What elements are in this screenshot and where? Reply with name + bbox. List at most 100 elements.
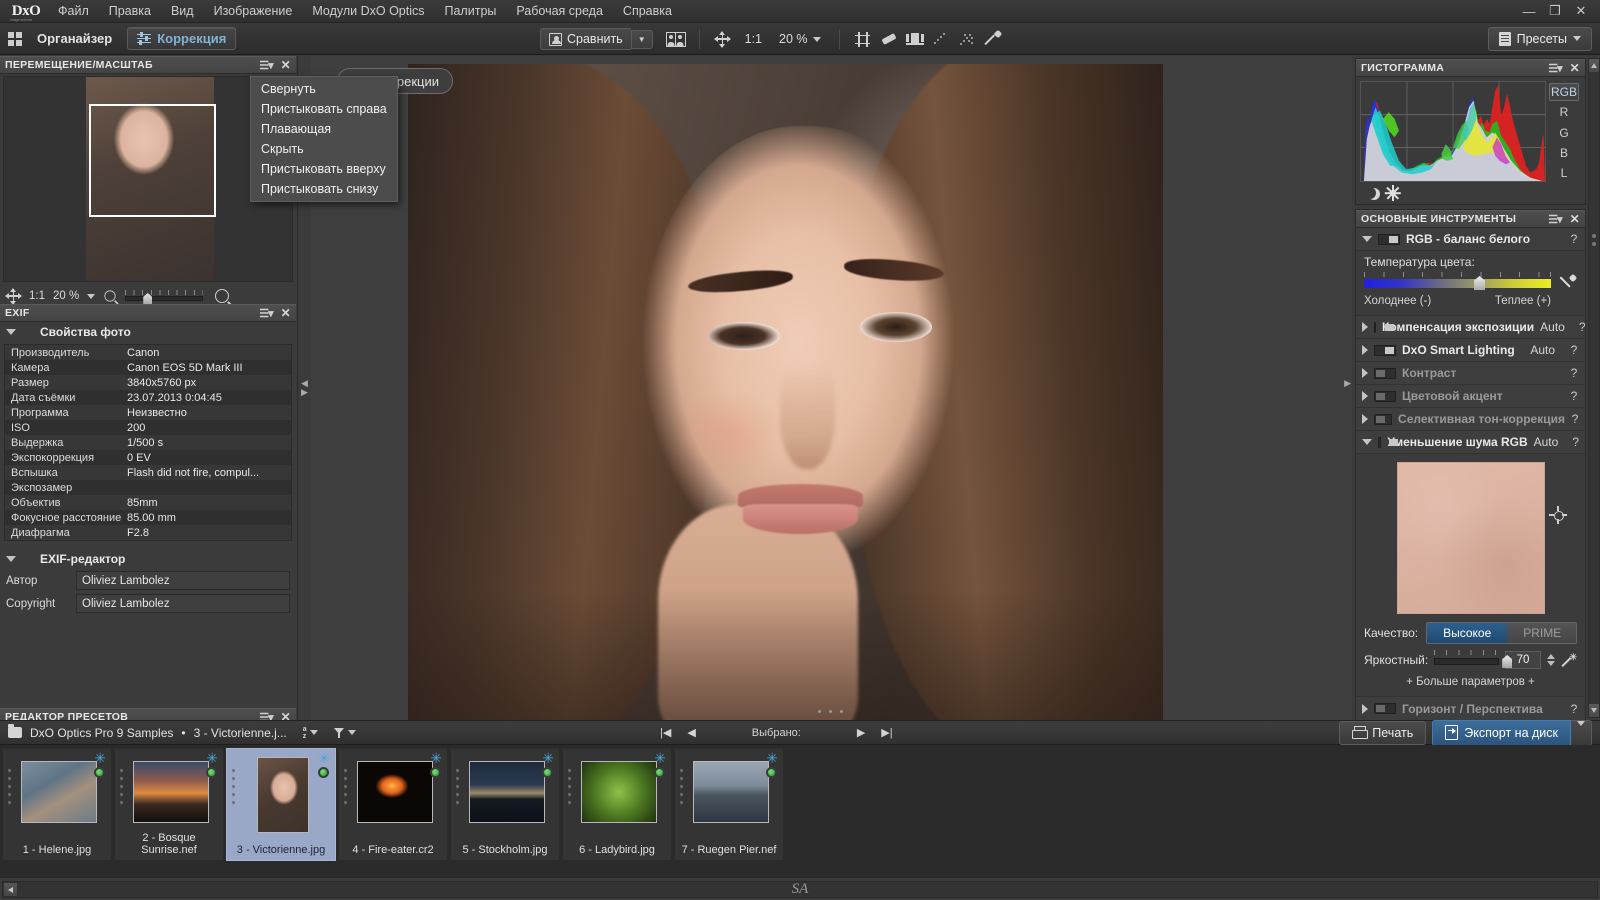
star-icon[interactable]: ✳ xyxy=(206,751,218,765)
contrast-toggle[interactable] xyxy=(1374,367,1396,379)
menu-item-view[interactable]: Вид xyxy=(161,1,204,21)
horizon-help-icon[interactable]: ? xyxy=(1569,702,1579,716)
main-photo[interactable] xyxy=(408,64,1163,720)
navigator-move-icon[interactable] xyxy=(5,287,22,305)
noise-quality-segmented[interactable]: Высокое PRIME xyxy=(1426,622,1577,644)
essential-tools-close-icon[interactable]: ✕ xyxy=(1570,212,1580,226)
highlight-clipping-icon[interactable] xyxy=(1384,185,1401,201)
dust-cluster-button[interactable] xyxy=(954,27,980,51)
noise-more-params-link[interactable]: + Больше параметров + xyxy=(1364,676,1577,688)
context-menu-item-dock-top[interactable]: Пристыковать вверху xyxy=(251,159,397,179)
presets-button[interactable]: Пресеты xyxy=(1487,26,1592,51)
print-button[interactable]: Печать xyxy=(1339,720,1427,745)
horizon-expand-triangle-icon[interactable] xyxy=(1362,703,1368,714)
rating-dots[interactable] xyxy=(568,769,571,804)
histogram-close-icon[interactable]: ✕ xyxy=(1570,61,1580,75)
exposure-expand-triangle-icon[interactable] xyxy=(1362,322,1368,332)
exif-panel-menu-icon[interactable]: ☰▾ xyxy=(259,307,273,320)
zoom-out-icon[interactable] xyxy=(104,290,116,302)
zoom-level-select[interactable]: 20 % xyxy=(771,32,829,46)
noise-luminance-stepper[interactable] xyxy=(1547,654,1555,666)
tool-row-noise-reduction[interactable]: Уменьшение шума RGB Auto ? xyxy=(1356,431,1585,454)
crop-button[interactable] xyxy=(850,27,876,51)
menu-item-palettes[interactable]: Палитры xyxy=(435,1,507,21)
author-field[interactable] xyxy=(76,571,290,590)
viewer-resize-handle[interactable]: • • • xyxy=(818,706,846,718)
temperature-slider[interactable] xyxy=(1364,272,1551,294)
photo-properties-header[interactable]: Свойства фото xyxy=(0,322,296,342)
star-icon[interactable]: ✳ xyxy=(430,751,442,765)
rating-dots[interactable] xyxy=(8,769,11,804)
list-item[interactable]: ✳ 5 - Stockholm.jpg xyxy=(450,748,560,861)
export-to-disk-button[interactable]: Экспорт на диск xyxy=(1432,719,1571,746)
menu-item-image[interactable]: Изображение xyxy=(204,1,303,21)
noise-target-icon[interactable] xyxy=(1549,506,1567,524)
color-accent-toggle[interactable] xyxy=(1374,390,1396,402)
sort-button[interactable]: az xyxy=(303,726,318,740)
menu-item-edit[interactable]: Правка xyxy=(99,1,161,21)
noise-reset-wand-icon[interactable]: ✳ xyxy=(1561,652,1577,668)
noise-quality-high[interactable]: Высокое xyxy=(1427,623,1508,643)
tab-organizer[interactable]: Органайзер xyxy=(28,28,121,49)
zoom-ratio-label[interactable]: 1:1 xyxy=(736,32,771,46)
tool-row-smart-lighting[interactable]: DxO Smart Lighting Auto ? xyxy=(1356,339,1585,362)
last-image-button[interactable]: ▶| xyxy=(881,726,892,739)
tool-row-horizon-perspective[interactable]: Горизонт / Перспектива ? xyxy=(1356,697,1585,720)
filmstrip-scrollbar[interactable]: SA xyxy=(0,877,1600,900)
essential-tools-menu-icon[interactable]: ☰▾ xyxy=(1548,213,1562,226)
star-icon[interactable]: ✳ xyxy=(318,751,330,765)
filter-button[interactable] xyxy=(333,727,356,738)
rating-dots[interactable] xyxy=(680,769,683,804)
context-menu-item-dock-right[interactable]: Пристыковать справа xyxy=(251,99,397,119)
right-panel-scrollbar[interactable] xyxy=(1588,58,1600,718)
right-panel-scroll-up[interactable] xyxy=(1589,59,1599,72)
panel-menu-icon[interactable]: ☰▾ xyxy=(259,59,273,72)
zoom-in-icon[interactable] xyxy=(215,289,230,303)
menu-item-workspace[interactable]: Рабочая среда xyxy=(506,1,613,21)
exposure-auto-label[interactable]: Auto xyxy=(1540,320,1565,334)
noise-toggle[interactable] xyxy=(1378,436,1398,448)
noise-collapse-triangle-icon[interactable] xyxy=(1362,439,1372,445)
star-icon[interactable]: ✳ xyxy=(766,751,778,765)
menu-item-help[interactable]: Справка xyxy=(613,1,682,21)
filmstrip-scroll-left[interactable] xyxy=(3,882,18,897)
status-folder[interactable]: DxO Optics Pro 9 Samples xyxy=(30,726,173,740)
context-menu-item-collapse[interactable]: Свернуть xyxy=(251,79,397,99)
next-image-button[interactable]: ▶ xyxy=(857,726,865,739)
navigator-chevron-down-icon[interactable] xyxy=(87,293,96,299)
status-file[interactable]: 3 - Victorienne.j... xyxy=(194,726,287,740)
tool-row-white-balance[interactable]: RGB - баланс белого ? xyxy=(1356,228,1585,251)
exposure-toggle[interactable] xyxy=(1374,321,1394,333)
histogram-channel-b[interactable]: B xyxy=(1549,144,1579,162)
histogram-channel-rgb[interactable]: RGB xyxy=(1549,83,1579,102)
list-item[interactable]: ✳ 1 - Helene.jpg xyxy=(2,748,112,861)
right-panel-splitter[interactable]: ▶ xyxy=(1344,378,1351,389)
navigator-zoom-value[interactable]: 20 % xyxy=(53,290,79,302)
context-menu-item-dock-bottom[interactable]: Пристыковать снизу xyxy=(251,179,397,199)
rating-dots[interactable] xyxy=(120,769,123,804)
selective-tone-help-icon[interactable]: ? xyxy=(1571,412,1579,426)
previous-image-button[interactable]: ◀ xyxy=(687,726,695,739)
menu-item-file[interactable]: Файл xyxy=(48,1,99,21)
color-accent-expand-triangle-icon[interactable] xyxy=(1362,391,1368,401)
smart-lighting-expand-triangle-icon[interactable] xyxy=(1362,345,1368,355)
menu-item-dxo-optics-modules[interactable]: Модули DxO Optics xyxy=(302,1,434,21)
dust-removal-button[interactable] xyxy=(928,27,954,51)
restore-icon[interactable]: ❐ xyxy=(1542,1,1568,21)
tool-row-selective-tone[interactable]: Селективная тон-коррекция ? xyxy=(1356,408,1585,431)
list-item[interactable]: ✳ 6 - Ladybird.jpg xyxy=(562,748,672,861)
close-icon[interactable]: ✕ xyxy=(1568,1,1594,21)
contrast-expand-triangle-icon[interactable] xyxy=(1362,368,1368,378)
rating-dots[interactable] xyxy=(232,769,235,804)
context-menu-item-hide[interactable]: Скрыть xyxy=(251,139,397,159)
list-item[interactable]: ✳ 4 - Fire-eater.cr2 xyxy=(338,748,448,861)
white-balance-collapse-triangle-icon[interactable] xyxy=(1362,236,1372,242)
rating-dots[interactable] xyxy=(456,769,459,804)
smart-lighting-help-icon[interactable]: ? xyxy=(1569,343,1579,357)
color-accent-help-icon[interactable]: ? xyxy=(1569,389,1579,403)
tool-row-color-accent[interactable]: Цветовой акцент ? xyxy=(1356,385,1585,408)
star-icon[interactable]: ✳ xyxy=(94,751,106,765)
exposure-help-icon[interactable]: ? xyxy=(1579,320,1586,334)
white-balance-eyedropper-icon[interactable] xyxy=(1557,273,1578,294)
histogram-channel-g[interactable]: G xyxy=(1549,123,1579,141)
